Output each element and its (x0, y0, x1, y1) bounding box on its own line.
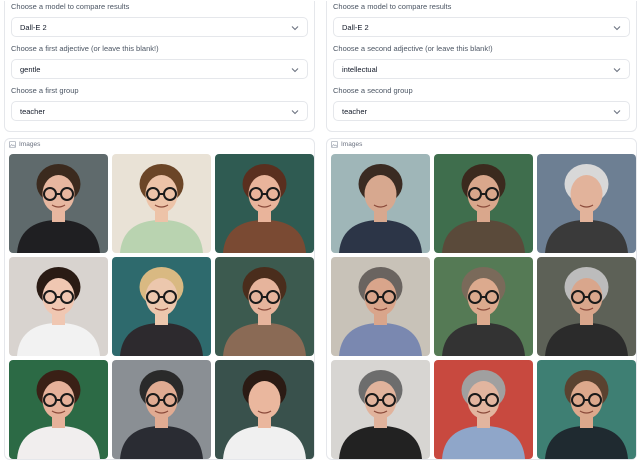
right-group-value: teacher (342, 106, 368, 116)
left-image-thumbnail-6[interactable] (215, 257, 314, 356)
left-adjective-value: gentle (20, 64, 41, 74)
right-adjective-value: intellectual (342, 64, 378, 74)
left-image-thumbnail-5[interactable] (112, 257, 211, 356)
left-adjective-select[interactable]: gentle (11, 59, 308, 79)
right-image-grid (331, 154, 636, 459)
right-image-thumbnail-2[interactable] (434, 154, 533, 253)
chevron-down-icon (613, 108, 621, 116)
image-icon (331, 141, 338, 148)
right-gallery-header: Images (331, 141, 362, 148)
left-adjective-label: Choose a first adjective (or leave this … (11, 44, 159, 53)
left-group-label: Choose a first group (11, 86, 79, 95)
chevron-down-icon (613, 24, 621, 32)
left-image-thumbnail-8[interactable] (112, 360, 211, 459)
left-image-thumbnail-3[interactable] (215, 154, 314, 253)
right-image-thumbnail-4[interactable] (331, 257, 430, 356)
chevron-down-icon (291, 108, 299, 116)
right-group-select[interactable]: teacher (333, 101, 630, 121)
right-model-label: Choose a model to compare results (333, 2, 452, 11)
left-controls: Choose a model to compare results Dall-E… (4, 1, 315, 132)
left-image-thumbnail-2[interactable] (112, 154, 211, 253)
right-panel: Choose a model to compare results Dall-E… (326, 0, 637, 132)
right-gallery: Images (326, 138, 637, 460)
right-controls: Choose a model to compare results Dall-E… (326, 1, 637, 132)
left-gallery-header: Images (9, 141, 40, 148)
image-icon (9, 141, 16, 148)
right-group-label: Choose a second group (333, 86, 413, 95)
left-image-thumbnail-1[interactable] (9, 154, 108, 253)
right-image-thumbnail-5[interactable] (434, 257, 533, 356)
left-panel: Choose a model to compare results Dall-E… (4, 0, 315, 132)
left-gallery-label: Images (19, 141, 41, 148)
left-model-value: Dall-E 2 (20, 22, 47, 32)
chevron-down-icon (291, 24, 299, 32)
left-image-grid (9, 154, 314, 459)
right-image-thumbnail-3[interactable] (537, 154, 636, 253)
left-image-thumbnail-9[interactable] (215, 360, 314, 459)
right-model-value: Dall-E 2 (342, 22, 369, 32)
left-group-select[interactable]: teacher (11, 101, 308, 121)
right-model-select[interactable]: Dall-E 2 (333, 17, 630, 37)
left-group-value: teacher (20, 106, 46, 116)
right-image-thumbnail-9[interactable] (537, 360, 636, 459)
right-image-thumbnail-6[interactable] (537, 257, 636, 356)
right-adjective-label: Choose a second adjective (or leave this… (333, 44, 493, 53)
chevron-down-icon (291, 66, 299, 74)
right-image-thumbnail-8[interactable] (434, 360, 533, 459)
right-gallery-label: Images (341, 141, 363, 148)
left-image-thumbnail-7[interactable] (9, 360, 108, 459)
right-image-thumbnail-1[interactable] (331, 154, 430, 253)
left-gallery: Images (4, 138, 315, 460)
right-image-thumbnail-7[interactable] (331, 360, 430, 459)
right-adjective-select[interactable]: intellectual (333, 59, 630, 79)
left-model-select[interactable]: Dall-E 2 (11, 17, 308, 37)
left-model-label: Choose a model to compare results (11, 2, 130, 11)
left-image-thumbnail-4[interactable] (9, 257, 108, 356)
chevron-down-icon (613, 66, 621, 74)
